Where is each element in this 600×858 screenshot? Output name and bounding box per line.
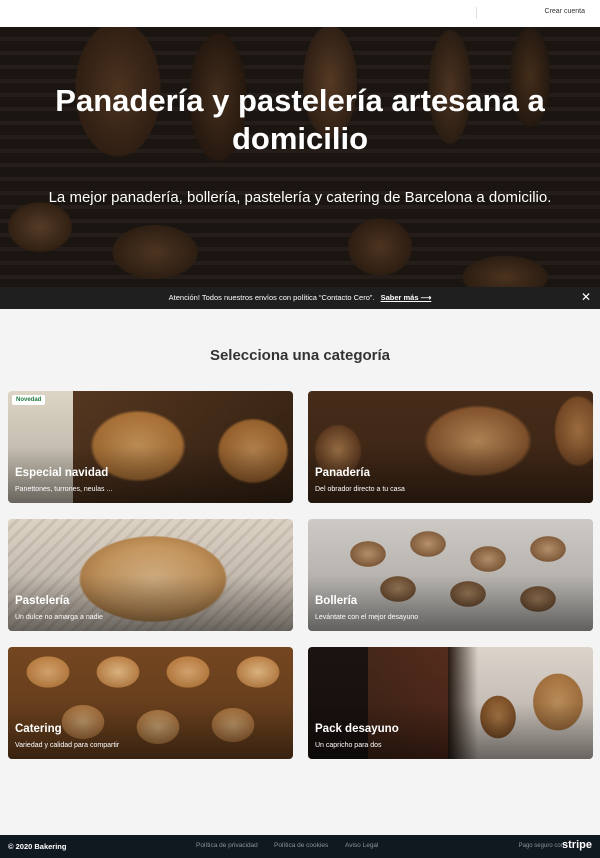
hero-banner: Panadería y pastelería artesana a domici… xyxy=(0,27,600,287)
stripe-logo: stripe xyxy=(562,839,592,851)
category-subtitle: Variedad y calidad para compartir xyxy=(15,742,120,749)
close-icon[interactable]: ✕ xyxy=(581,291,591,303)
category-card-pack-desayuno[interactable]: Pack desayuno Un capricho para dos xyxy=(308,647,593,759)
legal-notice-link[interactable]: Aviso Legal xyxy=(345,842,379,849)
cookies-policy-link[interactable]: Política de cookies xyxy=(274,842,328,849)
category-title: Especial navidad xyxy=(15,467,109,479)
privacy-policy-link[interactable]: Política de privacidad xyxy=(196,842,258,849)
category-subtitle: Un dulce no amarga a nadie xyxy=(15,614,103,621)
header-divider xyxy=(476,7,477,19)
notice-message: Atención! Todos nuestros envíos con polí… xyxy=(0,293,600,302)
category-card-bolleria[interactable]: Bollería Levántate con el mejor desayuno xyxy=(308,519,593,631)
secure-payment-text: Pago seguro con xyxy=(518,843,564,849)
category-subtitle: Levántate con el mejor desayuno xyxy=(315,614,419,621)
section-title: Selecciona una categoría xyxy=(209,347,391,364)
category-card-catering[interactable]: Catering Variedad y calidad para compart… xyxy=(8,647,293,759)
category-title: Bollería xyxy=(315,595,358,607)
category-title: Pack desayuno xyxy=(315,723,399,735)
category-title: Panadería xyxy=(315,467,370,479)
create-account-link[interactable]: Crear cuenta xyxy=(545,8,585,15)
category-card-panaderia[interactable]: Panadería Del obrador directo a tu casa xyxy=(308,391,593,503)
category-subtitle: Un capricho para dos xyxy=(315,742,382,749)
category-card-especial-navidad[interactable]: Novedad Especial navidad Panettones, tur… xyxy=(8,391,293,503)
category-title: Catering xyxy=(15,723,62,735)
hero-title: Panadería y pastelería artesana a domici… xyxy=(55,83,545,156)
category-subtitle: Panettones, turrones, neulas ... xyxy=(15,486,113,493)
copyright: © 2020 Bakering xyxy=(8,842,67,851)
notice-text: Atención! Todos nuestros envíos con polí… xyxy=(168,293,375,302)
hero-subtitle: La mejor panadería, bollería, pastelería… xyxy=(48,189,552,206)
footer: © 2020 Bakering Política de privacidad P… xyxy=(0,835,600,858)
new-badge: Novedad xyxy=(12,395,46,405)
category-title: Pastelería xyxy=(15,595,70,607)
category-subtitle: Del obrador directo a tu casa xyxy=(315,486,405,493)
learn-more-link[interactable]: Saber más ⟶ xyxy=(381,293,432,302)
notice-bar: Atención! Todos nuestros envíos con polí… xyxy=(0,287,600,309)
category-card-pasteleria[interactable]: Pastelería Un dulce no amarga a nadie xyxy=(8,519,293,631)
top-bar: Crear cuenta xyxy=(0,0,600,27)
